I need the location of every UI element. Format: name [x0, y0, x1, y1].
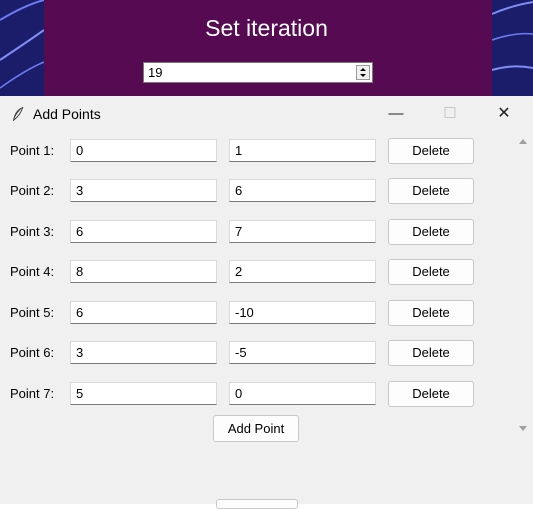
point-label: Point 7: [10, 386, 55, 401]
point-label: Point 2: [10, 183, 55, 198]
scroll-up-arrow-icon[interactable] [519, 139, 527, 144]
point-row: Point 4: 8 2 Delete [0, 259, 513, 285]
point-x-input[interactable]: 0 [70, 139, 217, 162]
page-title: Set iteration [205, 15, 328, 41]
point-y-input[interactable]: -5 [229, 341, 376, 364]
point-y-input[interactable]: 7 [229, 220, 376, 243]
point-row: Point 5: 6 -10 Delete [0, 300, 513, 326]
feather-icon [13, 106, 24, 121]
point-y-input[interactable]: 1 [229, 139, 376, 162]
partially-visible-button[interactable] [216, 499, 298, 509]
point-y-input[interactable]: 2 [229, 260, 376, 283]
iteration-spinbox[interactable]: 19 [143, 62, 373, 83]
point-y-input[interactable]: -10 [229, 301, 376, 324]
spin-down-arrow-icon[interactable] [360, 74, 366, 77]
point-row: Point 7: 5 0 Delete [0, 381, 513, 407]
point-row: Point 6: 3 -5 Delete [0, 340, 513, 366]
delete-button[interactable]: Delete [388, 138, 474, 164]
vertical-scrollbar[interactable] [513, 132, 533, 438]
delete-button[interactable]: Delete [388, 300, 474, 326]
point-label: Point 1: [10, 143, 55, 158]
add-points-dialog: Add Points — ☐ ✕ Point 1: 0 1 Delete Poi… [0, 96, 533, 504]
delete-button[interactable]: Delete [388, 178, 474, 204]
point-y-input[interactable]: 0 [229, 382, 376, 405]
point-y-input[interactable]: 6 [229, 179, 376, 202]
main-window: Set iteration 19 [0, 0, 533, 96]
point-label: Point 5: [10, 305, 55, 320]
point-x-input[interactable]: 5 [70, 382, 217, 405]
points-list: Point 1: 0 1 Delete Point 2: 3 6 Delete … [0, 132, 513, 504]
close-button[interactable]: ✕ [481, 96, 527, 132]
point-label: Point 6: [10, 345, 55, 360]
point-x-input[interactable]: 3 [70, 341, 217, 364]
point-x-input[interactable]: 6 [70, 220, 217, 243]
add-point-button[interactable]: Add Point [213, 415, 299, 442]
point-x-input[interactable]: 6 [70, 301, 217, 324]
point-x-input[interactable]: 8 [70, 260, 217, 283]
point-x-input[interactable]: 3 [70, 179, 217, 202]
dialog-title: Add Points [33, 106, 101, 122]
scroll-down-arrow-icon[interactable] [519, 426, 527, 431]
delete-button[interactable]: Delete [388, 381, 474, 407]
point-label: Point 3: [10, 224, 55, 239]
delete-button[interactable]: Delete [388, 259, 474, 285]
dialog-titlebar[interactable]: Add Points — ☐ ✕ [0, 96, 533, 132]
delete-button[interactable]: Delete [388, 219, 474, 245]
minimize-button[interactable]: — [373, 96, 419, 132]
delete-button[interactable]: Delete [388, 340, 474, 366]
point-row: Point 3: 6 7 Delete [0, 219, 513, 245]
maximize-button[interactable]: ☐ [427, 96, 473, 132]
point-row: Point 1: 0 1 Delete [0, 138, 513, 164]
iteration-value: 19 [148, 65, 163, 80]
point-row: Point 2: 3 6 Delete [0, 178, 513, 204]
spin-buttons[interactable] [356, 65, 370, 80]
point-label: Point 4: [10, 264, 55, 279]
spin-up-arrow-icon[interactable] [360, 68, 366, 71]
